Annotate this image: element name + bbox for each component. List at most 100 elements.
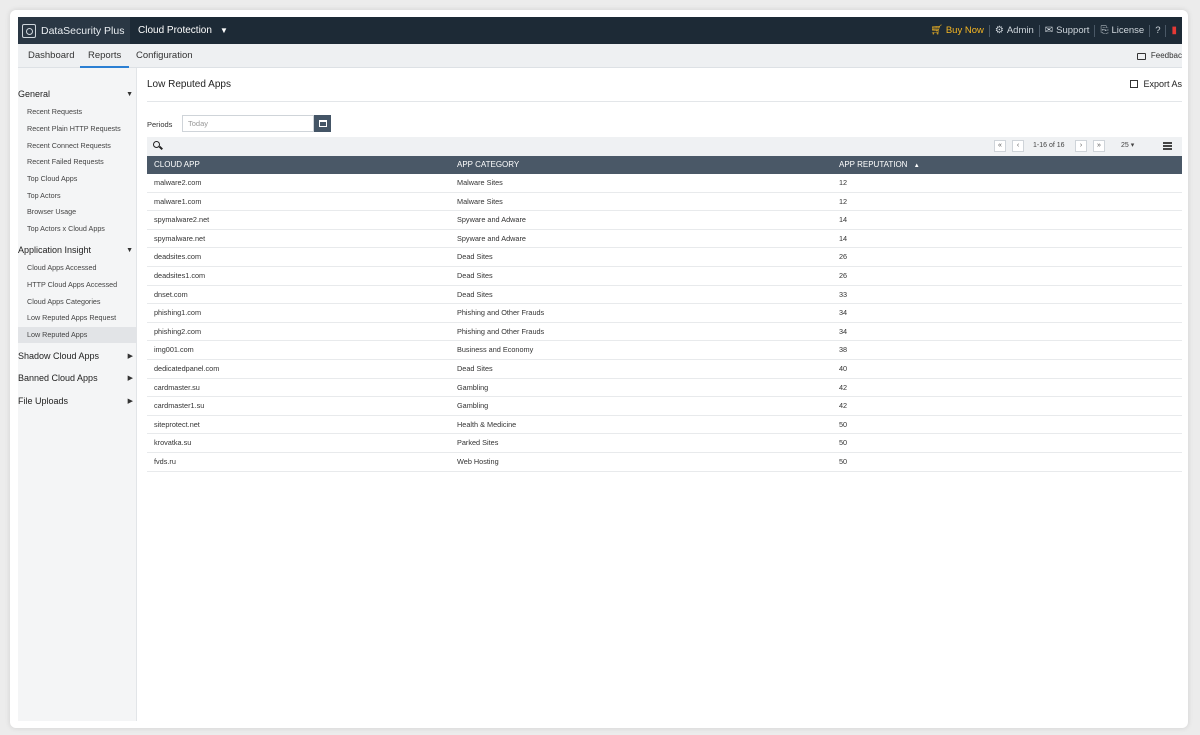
module-label: Cloud Protection xyxy=(138,25,212,36)
cell-app-reputation: 26 xyxy=(839,252,848,262)
sidebar-section-application-insight[interactable]: Application Insight ▼ xyxy=(18,241,137,259)
per-page-select[interactable]: 25 ▾ xyxy=(1121,140,1134,152)
sidebar-item-top-cloud-apps[interactable]: Top Cloud Apps xyxy=(18,171,137,187)
prev-page-button[interactable]: ‹ xyxy=(1012,140,1024,152)
cell-app-reputation: 42 xyxy=(839,401,848,411)
sidebar-item-top-actors[interactable]: Top Actors xyxy=(18,188,137,204)
cell-app-category: Phishing and Other Frauds xyxy=(457,308,545,318)
table-row[interactable]: malware2.com Malware Sites 12 xyxy=(147,174,1182,193)
cell-app-reputation: 12 xyxy=(839,196,848,206)
column-chooser-icon[interactable] xyxy=(1163,142,1173,151)
tab-bar: Dashboard Reports Configuration Feedbac xyxy=(18,44,1182,68)
top-bar: DataSecurity Plus Cloud Protection ▼ 🛒︎ … xyxy=(18,17,1182,44)
sidebar-item-top-actors-cloud-apps[interactable]: Top Actors x Cloud Apps xyxy=(18,221,137,237)
sidebar-item-cloud-apps-categories[interactable]: Cloud Apps Categories xyxy=(18,294,137,310)
sidebar-item-http-cloud-apps[interactable]: HTTP Cloud Apps Accessed xyxy=(18,277,137,293)
page-title: Low Reputed Apps xyxy=(147,79,231,90)
export-button[interactable]: Export As xyxy=(1130,79,1182,89)
sidebar-section-banned-cloud-apps[interactable]: Banned Cloud Apps ▶ xyxy=(18,369,137,387)
cell-app-reputation: 26 xyxy=(839,271,848,280)
last-page-button[interactable]: » xyxy=(1093,140,1105,152)
cell-cloud-app: dnset.com xyxy=(154,289,188,299)
sidebar-item-low-reputed-apps[interactable]: Low Reputed Apps xyxy=(18,327,137,343)
table-row[interactable]: spymalware.net Spyware and Adware 14 xyxy=(147,230,1182,249)
notification-link[interactable]: ▮ xyxy=(1165,24,1182,37)
search-icon[interactable] xyxy=(153,141,163,150)
cell-app-category: Phishing and Other Frauds xyxy=(457,326,545,336)
cell-app-reputation: 14 xyxy=(839,233,848,243)
first-page-button[interactable]: « xyxy=(994,140,1006,152)
sidebar-item-recent-plain-http[interactable]: Recent Plain HTTP Requests xyxy=(18,121,137,137)
table-row[interactable]: fvds.ru Web Hosting 50 xyxy=(147,453,1182,472)
cell-app-category: Dead Sites xyxy=(457,252,493,262)
cell-app-reputation: 40 xyxy=(839,364,848,373)
column-header-app-category[interactable]: APP CATEGORY xyxy=(457,156,519,174)
table-row[interactable]: krovatka.su Parked Sites 50 xyxy=(147,434,1182,453)
cell-app-reputation: 50 xyxy=(839,419,848,429)
cart-icon: 🛒︎ xyxy=(930,25,943,36)
table-row[interactable]: phishing1.com Phishing and Other Frauds 34 xyxy=(147,304,1182,323)
table-row[interactable]: cardmaster1.su Gambling 42 xyxy=(147,397,1182,416)
sidebar-item-browser-usage[interactable]: Browser Usage xyxy=(18,204,137,220)
license-link[interactable]: ⎘ License xyxy=(1094,24,1149,37)
cell-app-reputation: 34 xyxy=(839,326,848,336)
column-label: APP REPUTATION xyxy=(839,160,908,169)
tab-dashboard[interactable]: Dashboard xyxy=(28,44,74,68)
cell-cloud-app: malware1.com xyxy=(154,196,202,206)
app-root: DataSecurity Plus Cloud Protection ▼ 🛒︎ … xyxy=(18,17,1182,721)
cell-app-category: Business and Economy xyxy=(457,345,534,355)
table-row[interactable]: phishing2.com Phishing and Other Frauds 34 xyxy=(147,323,1182,342)
tab-reports[interactable]: Reports xyxy=(80,44,130,68)
sidebar-item-cloud-apps-accessed[interactable]: Cloud Apps Accessed xyxy=(18,260,137,276)
buy-now-link[interactable]: 🛒︎ Buy Now xyxy=(925,25,989,37)
calendar-button[interactable] xyxy=(314,115,331,132)
help-link[interactable]: ? xyxy=(1149,24,1165,37)
sidebar-section-file-uploads[interactable]: File Uploads ▶ xyxy=(18,392,137,410)
section-title: Banned Cloud Apps xyxy=(18,373,98,383)
cell-cloud-app: spymalware.net xyxy=(154,233,206,243)
brand[interactable]: DataSecurity Plus xyxy=(18,17,130,44)
help-icon: ? xyxy=(1155,25,1161,36)
main-content: Low Reputed Apps Export As Periods Today… xyxy=(137,68,1182,721)
admin-icon: ⚙ xyxy=(994,25,1004,36)
cell-app-reputation: 14 xyxy=(839,215,848,225)
table-row[interactable]: deadsites1.com Dead Sites 26 xyxy=(147,267,1182,286)
sidebar-section-shadow-cloud-apps[interactable]: Shadow Cloud Apps ▶ xyxy=(18,347,137,365)
sidebar-item-low-reputed-apps-request[interactable]: Low Reputed Apps Request xyxy=(18,310,137,326)
table-row[interactable]: dedicatedpanel.com Dead Sites 40 xyxy=(147,360,1182,379)
table-row[interactable]: cardmaster.su Gambling 42 xyxy=(147,379,1182,398)
cell-app-reputation: 12 xyxy=(839,178,848,187)
cell-app-category: Parked Sites xyxy=(457,438,499,448)
support-link[interactable]: ✉ Support xyxy=(1038,24,1095,37)
sidebar-item-recent-requests[interactable]: Recent Requests xyxy=(18,104,137,120)
table-row[interactable]: deadsites.com Dead Sites 26 xyxy=(147,248,1182,267)
support-label: Support xyxy=(1056,25,1090,36)
admin-link[interactable]: ⚙ Admin xyxy=(988,24,1039,37)
cell-cloud-app: spymalware2.net xyxy=(154,215,210,225)
feedback-button[interactable]: Feedbac xyxy=(1136,44,1182,68)
cell-app-reputation: 50 xyxy=(839,438,848,448)
table-row[interactable]: spymalware2.net Spyware and Adware 14 xyxy=(147,211,1182,230)
section-title: General xyxy=(18,89,51,99)
caret-down-icon: ▼ xyxy=(126,246,133,254)
table-row[interactable]: malware1.com Malware Sites 12 xyxy=(147,193,1182,212)
license-label: License xyxy=(1111,25,1145,36)
sidebar-item-recent-failed[interactable]: Recent Failed Requests xyxy=(18,154,137,170)
periods-input[interactable]: Today xyxy=(182,115,314,132)
caret-right-icon: ▶ xyxy=(127,375,133,382)
module-selector[interactable]: Cloud Protection ▼ xyxy=(138,17,228,44)
table-row[interactable]: siteprotect.net Health & Medicine 50 xyxy=(147,416,1182,435)
table-row[interactable]: dnset.com Dead Sites 33 xyxy=(147,286,1182,305)
cell-app-category: Spyware and Adware xyxy=(457,233,526,243)
column-header-cloud-app[interactable]: CLOUD APP xyxy=(154,156,200,174)
window-frame: DataSecurity Plus Cloud Protection ▼ 🛒︎ … xyxy=(10,10,1188,728)
cell-app-reputation: 38 xyxy=(839,345,848,355)
next-page-button[interactable]: › xyxy=(1075,140,1087,152)
column-header-app-reputation[interactable]: APP REPUTATION ▲ xyxy=(839,156,920,174)
admin-label: Admin xyxy=(1006,25,1034,36)
table-row[interactable]: img001.com Business and Economy 38 xyxy=(147,341,1182,360)
cell-app-category: Dead Sites xyxy=(457,271,493,280)
tab-configuration[interactable]: Configuration xyxy=(136,44,193,68)
sidebar-section-general[interactable]: General ▼ xyxy=(18,85,137,103)
sidebar-item-recent-connect[interactable]: Recent Connect Requests xyxy=(18,138,137,154)
